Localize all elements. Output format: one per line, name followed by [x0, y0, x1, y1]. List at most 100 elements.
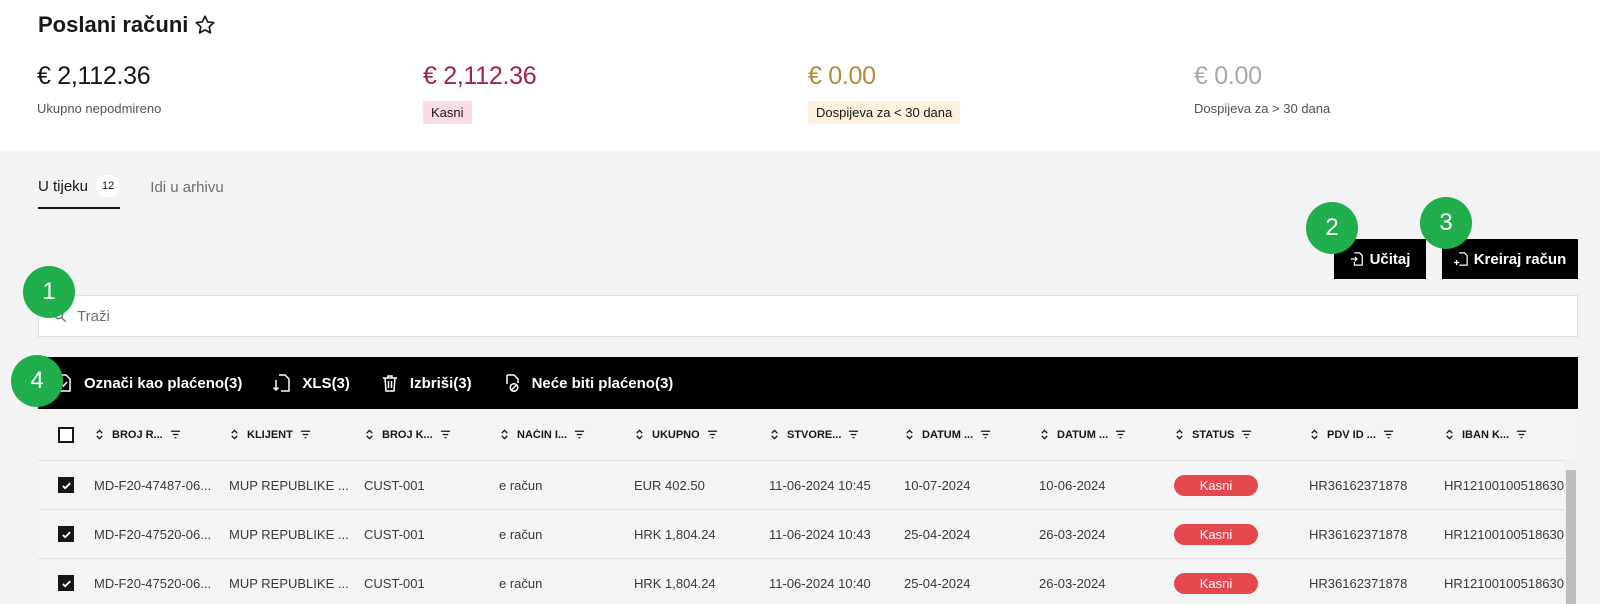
- kpi-overdue: € 2,112.36 Kasni: [423, 62, 537, 124]
- column-header[interactable]: KLIJENT: [229, 429, 364, 441]
- filter-icon[interactable]: [707, 429, 718, 440]
- check-icon: [61, 482, 71, 490]
- cell-customer-number: CUST-001: [364, 575, 425, 591]
- search-bar[interactable]: [38, 295, 1578, 337]
- invoices-table: BROJ R... KLIJENT BROJ K... NAČIN I... U…: [38, 409, 1578, 604]
- cell-date: 25-04-2024: [904, 526, 971, 542]
- status-badge: Kasni: [1174, 523, 1258, 545]
- kpi-due-lt-30: € 0.00 Dospijeva za < 30 dana: [808, 62, 961, 124]
- cell-created: 11-06-2024 10:40: [769, 575, 871, 591]
- sort-icon[interactable]: [634, 429, 645, 440]
- sort-icon[interactable]: [904, 429, 915, 440]
- sort-icon[interactable]: [499, 429, 510, 440]
- column-header[interactable]: NAČIN I...: [499, 429, 634, 441]
- filter-icon[interactable]: [980, 429, 991, 440]
- wont-be-paid-button[interactable]: Neće biti plaćeno(3): [502, 373, 673, 393]
- check-icon: [61, 580, 71, 588]
- cell-date: 10-06-2024: [1039, 477, 1106, 493]
- summary-header: Poslani računi € 2,112.36 Ukupno nepodmi…: [0, 0, 1600, 151]
- status-badge: Kasni: [1174, 572, 1258, 594]
- sort-icon[interactable]: [769, 429, 780, 440]
- star-icon[interactable]: [194, 14, 216, 36]
- table-header: BROJ R... KLIJENT BROJ K... NAČIN I... U…: [38, 409, 1578, 461]
- column-header[interactable]: STVORE...: [769, 429, 904, 441]
- export-xls-button[interactable]: XLS(3): [272, 373, 350, 393]
- cell-date: 26-03-2024: [1039, 526, 1106, 542]
- filter-icon[interactable]: [440, 429, 451, 440]
- table-row[interactable]: MD-F20-47520-06... MUP REPUBLIKE ... CUS…: [38, 510, 1578, 559]
- filter-icon[interactable]: [1115, 429, 1126, 440]
- column-header[interactable]: BROJ K...: [364, 429, 499, 441]
- annotation-marker-4: 4: [11, 355, 63, 407]
- cell-customer-number: CUST-001: [364, 477, 425, 493]
- filter-icon[interactable]: [574, 429, 585, 440]
- cell-vat-id: HR36162371878: [1309, 526, 1408, 542]
- annotation-marker-1: 1: [23, 266, 75, 318]
- cell-iban: HR12100100518630: [1444, 477, 1564, 493]
- scrollbar-thumb[interactable]: [1566, 470, 1576, 604]
- search-input[interactable]: [77, 307, 1477, 325]
- filter-icon[interactable]: [170, 429, 181, 440]
- table-row[interactable]: MD-F20-47487-06... MUP REPUBLIKE ... CUS…: [38, 461, 1578, 510]
- cell-total: EUR 402.50: [634, 477, 705, 493]
- cell-status: Kasni: [1174, 523, 1309, 545]
- column-header[interactable]: DATUM ...: [904, 429, 1039, 441]
- document-cancel-icon: [505, 374, 519, 393]
- cell-status: Kasni: [1174, 474, 1309, 496]
- cell-issue-method: e račun: [499, 575, 543, 591]
- sort-icon[interactable]: [94, 429, 105, 440]
- sort-icon[interactable]: [1444, 429, 1455, 440]
- table-scrollbar[interactable]: [1564, 460, 1578, 604]
- mark-paid-button[interactable]: Označi kao plaćeno(3): [54, 373, 242, 393]
- column-header[interactable]: PDV ID ...: [1309, 429, 1444, 441]
- column-header[interactable]: DATUM ...: [1039, 429, 1174, 441]
- filter-icon[interactable]: [1241, 429, 1252, 440]
- tab-in-progress[interactable]: U tijeku 12: [38, 175, 121, 209]
- cell-invoice-number: MD-F20-47520-06...: [94, 575, 212, 591]
- annotation-marker-2: 2: [1306, 202, 1358, 254]
- select-all-checkbox[interactable]: [58, 426, 74, 443]
- cell-vat-id: HR36162371878: [1309, 477, 1408, 493]
- row-checkbox[interactable]: [58, 575, 74, 591]
- overdue-tag: Kasni: [423, 101, 472, 124]
- file-download-icon: [273, 374, 291, 392]
- cell-iban: HR12100100518630: [1444, 575, 1564, 591]
- sort-icon[interactable]: [1174, 429, 1185, 440]
- annotation-marker-3: 3: [1420, 197, 1472, 249]
- table-row[interactable]: MD-F20-47520-06... MUP REPUBLIKE ... CUS…: [38, 559, 1578, 604]
- cell-issue-method: e račun: [499, 477, 543, 493]
- cell-vat-id: HR36162371878: [1309, 575, 1408, 591]
- cell-created: 11-06-2024 10:43: [769, 526, 871, 542]
- create-invoice-button[interactable]: Kreiraj račun: [1442, 239, 1578, 279]
- filter-icon[interactable]: [300, 429, 311, 440]
- filter-icon[interactable]: [848, 429, 859, 440]
- column-header[interactable]: STATUS: [1174, 429, 1309, 441]
- file-import-icon: [1350, 252, 1363, 266]
- sort-icon[interactable]: [364, 429, 375, 440]
- cell-created: 11-06-2024 10:45: [769, 477, 871, 493]
- sort-icon[interactable]: [1309, 429, 1320, 440]
- tab-archive[interactable]: Idi u arhivu: [150, 175, 223, 209]
- cell-total: HRK 1,804.24: [634, 526, 716, 542]
- delete-button[interactable]: Izbriši(3): [380, 373, 472, 393]
- cell-total: HRK 1,804.24: [634, 575, 716, 591]
- column-header[interactable]: IBAN K...: [1444, 429, 1578, 441]
- cell-date: 25-04-2024: [904, 575, 971, 591]
- filter-icon[interactable]: [1383, 429, 1394, 440]
- kpi-due-gt-30: € 0.00 Dospijeva za > 30 dana: [1194, 62, 1331, 116]
- sort-icon[interactable]: [1039, 429, 1050, 440]
- due-soon-tag: Dospijeva za < 30 dana: [808, 101, 961, 124]
- check-icon: [61, 531, 71, 539]
- cell-invoice-number: MD-F20-47520-06...: [94, 526, 212, 542]
- column-header[interactable]: BROJ R...: [94, 429, 229, 441]
- row-checkbox[interactable]: [58, 477, 74, 493]
- filter-icon[interactable]: [1516, 429, 1527, 440]
- sort-icon[interactable]: [229, 429, 240, 440]
- cell-iban: HR12100100518630: [1444, 526, 1564, 542]
- column-header[interactable]: UKUPNO: [634, 429, 769, 441]
- row-checkbox[interactable]: [58, 526, 74, 542]
- tabs: U tijeku 12 Idi u arhivu: [38, 175, 224, 209]
- kpi-total-outstanding: € 2,112.36 Ukupno nepodmireno: [37, 62, 162, 116]
- trash-icon: [382, 375, 397, 392]
- cell-customer-number: CUST-001: [364, 526, 425, 542]
